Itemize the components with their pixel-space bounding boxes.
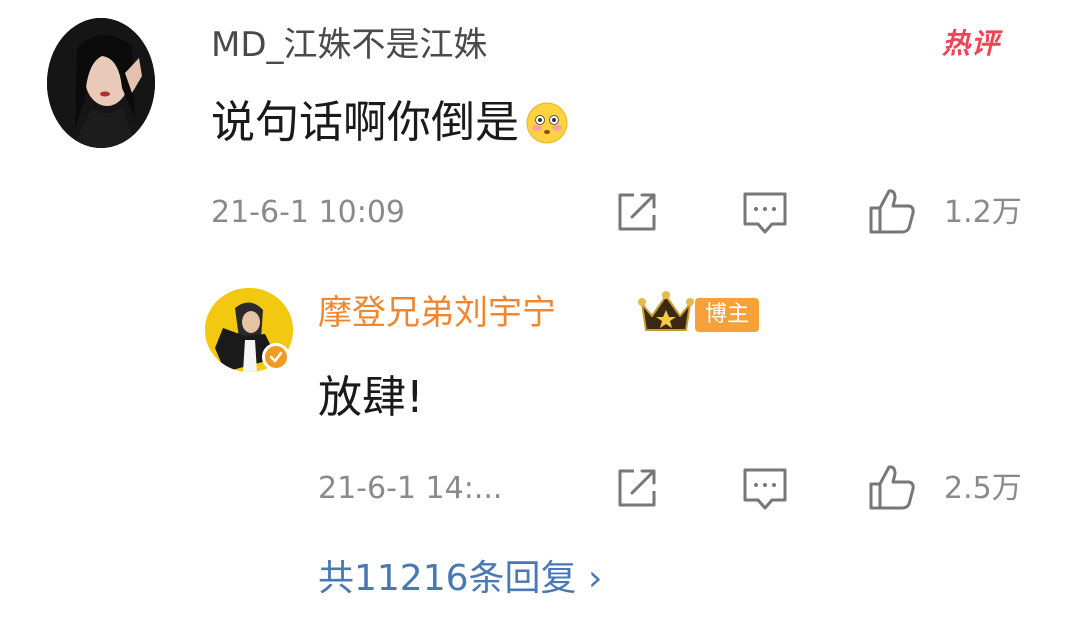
reply-text: 放肆! bbox=[318, 372, 424, 423]
reply-time: 21-6-1 14:... bbox=[318, 471, 503, 506]
avatar[interactable] bbox=[47, 18, 155, 148]
like-icon[interactable] bbox=[867, 186, 917, 236]
reply-share-icon[interactable] bbox=[612, 463, 662, 513]
crown-icon bbox=[638, 290, 694, 336]
reply-like-count: 2.5万 bbox=[944, 471, 1022, 506]
verified-icon bbox=[262, 343, 290, 371]
comment-text-content: 说句话啊你倒是 bbox=[211, 97, 519, 148]
like-count: 1.2万 bbox=[944, 195, 1022, 230]
comment-icon[interactable] bbox=[740, 188, 790, 238]
hot-comment-badge: 热评 bbox=[942, 27, 1001, 60]
flushed-face-icon bbox=[525, 101, 569, 145]
reply-like-icon[interactable] bbox=[867, 462, 917, 512]
reply-comment-icon[interactable] bbox=[740, 464, 790, 514]
comment-username[interactable]: MD_江姝不是江姝 bbox=[211, 22, 488, 68]
comment-time: 21-6-1 10:09 bbox=[211, 195, 405, 230]
more-replies-link[interactable]: 共11216条回复 › bbox=[318, 555, 602, 603]
blogger-badge: 博主 bbox=[695, 298, 760, 332]
reply-username[interactable]: 摩登兄弟刘宇宁 bbox=[318, 290, 556, 336]
share-icon[interactable] bbox=[612, 187, 662, 237]
comment-text: 说句话啊你倒是 bbox=[211, 95, 569, 151]
